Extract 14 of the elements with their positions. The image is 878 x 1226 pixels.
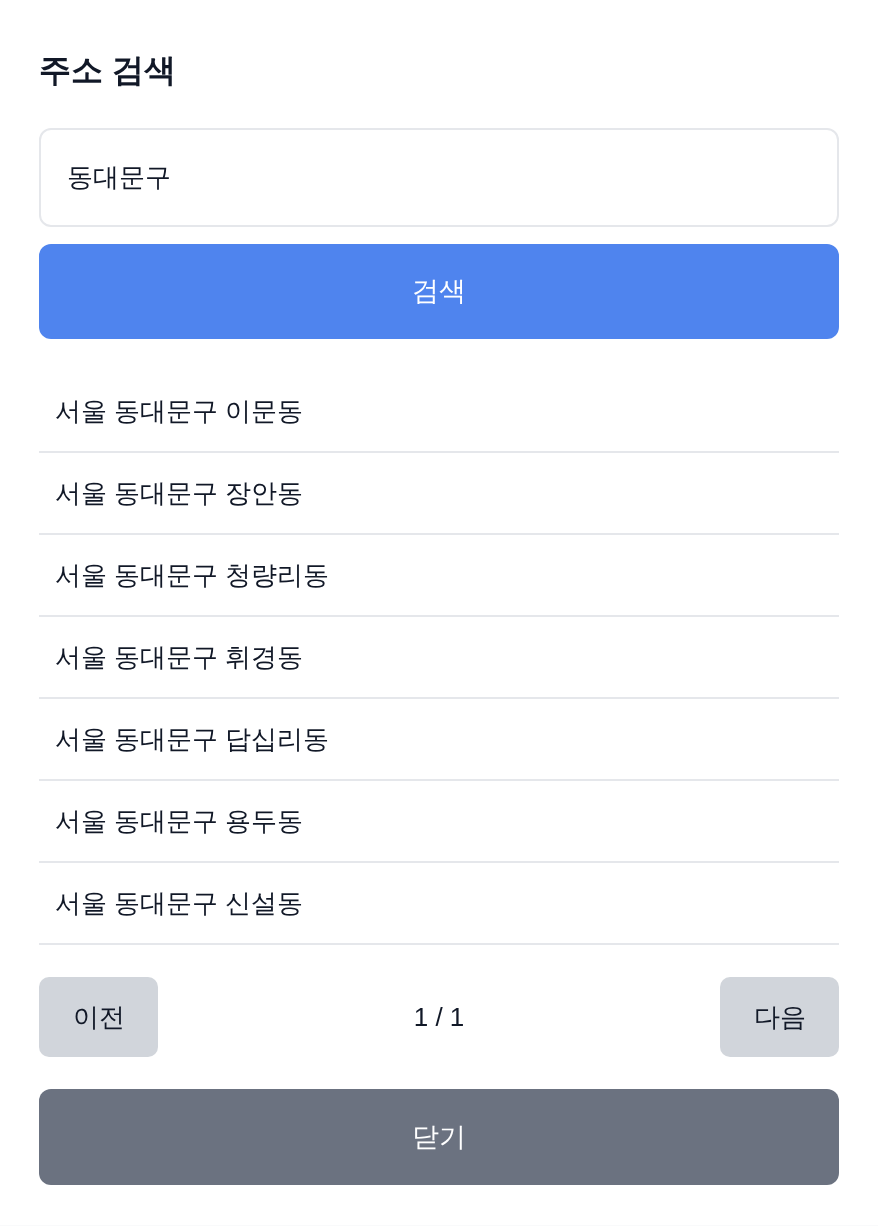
address-result-item[interactable]: 서울 동대문구 장안동 [39, 453, 839, 535]
address-result-item[interactable]: 서울 동대문구 이문동 [39, 371, 839, 453]
prev-button[interactable]: 이전 [39, 977, 158, 1057]
page-indicator: 1 / 1 [413, 1000, 465, 1034]
address-result-item[interactable]: 서울 동대문구 휘경동 [39, 617, 839, 699]
next-button[interactable]: 다음 [720, 977, 839, 1057]
address-result-item[interactable]: 서울 동대문구 용두동 [39, 781, 839, 863]
close-button[interactable]: 닫기 [39, 1089, 839, 1185]
address-result-item[interactable]: 서울 동대문구 신설동 [39, 863, 839, 945]
address-result-item[interactable]: 서울 동대문구 답십리동 [39, 699, 839, 781]
search-field[interactable]: 동대문구 [39, 128, 839, 227]
search-button[interactable]: 검색 [39, 244, 839, 339]
dialog-title: 주소 검색 [39, 51, 176, 90]
address-result-item[interactable]: 서울 동대문구 청량리동 [39, 535, 839, 617]
